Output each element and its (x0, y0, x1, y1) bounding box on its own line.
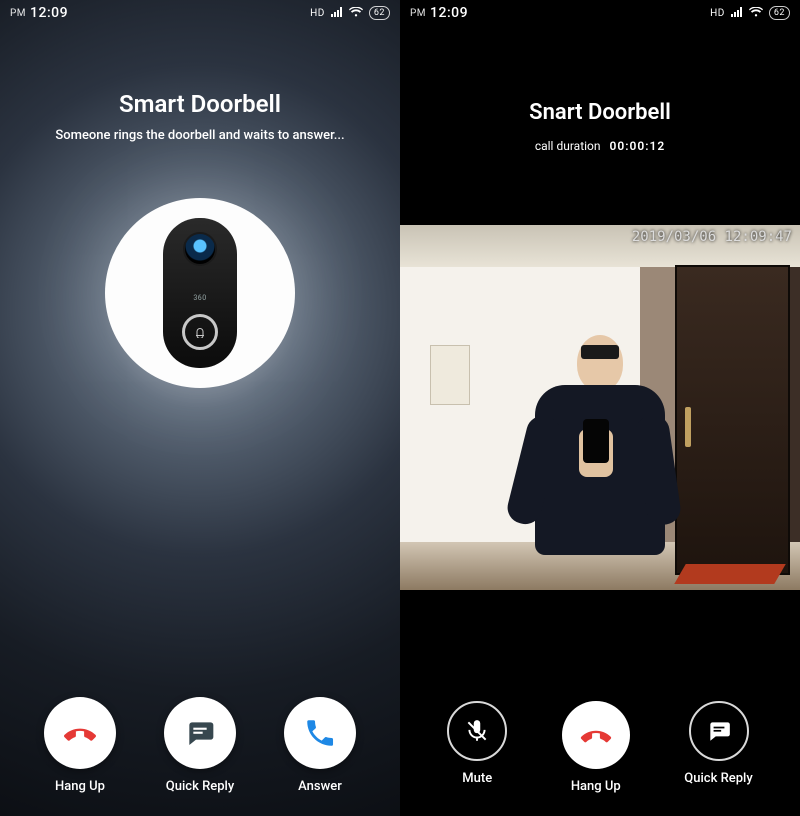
battery-value: 62 (774, 7, 785, 19)
caller-title: Smart Doorbell (0, 90, 400, 118)
wifi-icon (349, 7, 363, 20)
time-value: 12:09 (30, 5, 68, 21)
battery-indicator: 62 (369, 6, 390, 20)
call-actions: Hang Up Quick Reply Answer (0, 697, 400, 794)
status-bar: PM 12:09 HD 62 (400, 0, 800, 26)
quick-reply-label: Quick Reply (166, 779, 234, 794)
duration-label: call duration (535, 139, 601, 153)
video-timestamp: 2019/03/06 12:09:47 (632, 229, 792, 245)
hangup-label: Hang Up (55, 779, 105, 794)
screen-incoming-call: PM 12:09 HD 62 Smart Doorbell Someone ri… (0, 0, 400, 816)
scene-door (675, 265, 790, 575)
quick-reply-label: Quick Reply (684, 771, 752, 786)
network-hd-icon: HD (310, 8, 325, 19)
battery-indicator: 62 (769, 6, 790, 20)
time-period: PM (10, 8, 26, 19)
status-time: PM 12:09 (410, 5, 468, 21)
mute-label: Mute (462, 771, 492, 786)
signal-icon (331, 7, 343, 20)
hangup-button[interactable] (44, 697, 116, 769)
time-period: PM (410, 8, 426, 19)
call-header: Smart Doorbell Someone rings the doorbel… (0, 90, 400, 143)
device-avatar: 360 (105, 198, 295, 388)
caller-title: Snart Doorbell (400, 100, 800, 125)
status-bar: PM 12:09 HD 62 (0, 0, 400, 26)
scene-person (520, 335, 680, 590)
status-indicators: HD 62 (710, 6, 790, 20)
duration-value: 00:00:12 (610, 139, 666, 153)
call-duration: call duration 00:00:12 (400, 139, 800, 153)
answer-label: Answer (298, 779, 342, 794)
time-value: 12:09 (430, 5, 468, 21)
caller-subtitle: Someone rings the doorbell and waits to … (0, 128, 400, 143)
hangup-button[interactable] (562, 701, 630, 769)
battery-value: 62 (374, 7, 385, 19)
hangup-label: Hang Up (571, 779, 621, 794)
quick-reply-button[interactable] (689, 701, 749, 761)
screen-in-call: PM 12:09 HD 62 Snart Doorbell call durat… (400, 0, 800, 816)
call-header: Snart Doorbell call duration 00:00:12 (400, 100, 800, 153)
signal-icon (731, 7, 743, 20)
device-brand: 360 (193, 294, 206, 302)
quick-reply-button[interactable] (164, 697, 236, 769)
scene-wall-panel (430, 345, 470, 405)
network-hd-icon: HD (710, 8, 725, 19)
camera-lens-icon (183, 232, 217, 266)
wifi-icon (749, 7, 763, 20)
status-indicators: HD 62 (310, 6, 390, 20)
scene-doormat (674, 564, 786, 584)
status-time: PM 12:09 (10, 5, 68, 21)
doorbell-button-icon (182, 314, 218, 350)
video-feed[interactable]: 2019/03/06 12:09:47 (400, 225, 800, 590)
answer-button[interactable] (284, 697, 356, 769)
mute-button[interactable] (447, 701, 507, 761)
doorbell-device-icon: 360 (163, 218, 237, 368)
call-actions: Mute Hang Up Quick Reply (400, 701, 800, 794)
